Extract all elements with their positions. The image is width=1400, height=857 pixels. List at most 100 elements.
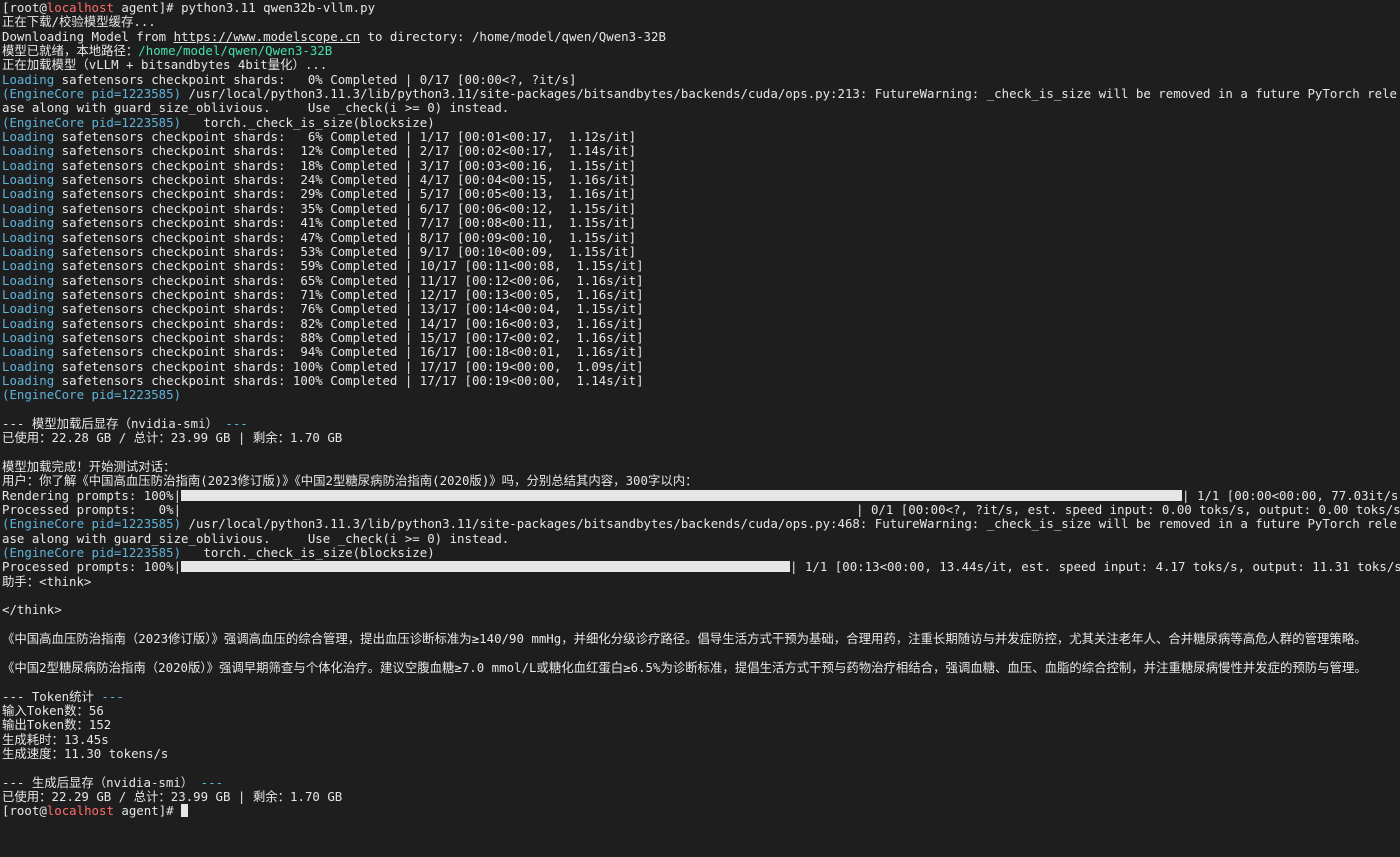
header-dashes: ---: [2, 689, 32, 704]
engine-tag: (EngineCore pid=1223585): [2, 546, 182, 561]
shard-progress-line: Loading safetensors checkpoint shards: 3…: [2, 202, 1400, 216]
generation-speed: 生成速度：11.30 tokens/s: [2, 746, 169, 761]
shard-progress-line: Loading safetensors checkpoint shards: 8…: [2, 331, 1400, 345]
shard-progress-line: Loading safetensors checkpoint shards: 6…: [2, 274, 1400, 288]
loading-word: Loading: [2, 373, 55, 388]
processed-progress-bar-empty: [181, 504, 856, 515]
loading-word: Loading: [2, 173, 55, 188]
shard-progress-text: safetensors checkpoint shards: 88% Compl…: [54, 330, 644, 345]
loading-word: Loading: [2, 201, 55, 216]
assistant-prefix-line: 助手：<think>: [2, 574, 92, 589]
shard-progress-line: Loading safetensors checkpoint shards: 4…: [2, 216, 1400, 230]
shard-progress-text: safetensors checkpoint shards: 100% Comp…: [54, 359, 644, 374]
shard-progress-text: safetensors checkpoint shards: 59% Compl…: [54, 259, 644, 274]
warning-block: (EngineCore pid=1223585) /usr/local/pyth…: [2, 517, 1400, 546]
loading-word: Loading: [2, 72, 55, 87]
gpu-after-gen-header: --- 生成后显存（nvidia-smi） ---: [2, 776, 1400, 790]
shard-progress-text: safetensors checkpoint shards: 47% Compl…: [54, 230, 637, 245]
loading-word: Loading: [2, 130, 55, 145]
shard-progress-list: Loading safetensors checkpoint shards: 6…: [2, 130, 1400, 388]
loading-word: Loading: [2, 273, 55, 288]
engine-tag: (EngineCore pid=1223585): [2, 115, 182, 130]
modelscope-link[interactable]: https://www.modelscope.cn: [174, 30, 361, 44]
shard-progress-text: safetensors checkpoint shards: 24% Compl…: [54, 173, 637, 188]
shard-progress-text: safetensors checkpoint shards: 94% Compl…: [54, 345, 644, 360]
download-status-en: Downloading Model from https://www.model…: [2, 30, 1400, 44]
shard-progress-line: Loading safetensors checkpoint shards: 2…: [2, 173, 1400, 187]
loading-word: Loading: [2, 259, 55, 274]
loading-word: Loading: [2, 287, 55, 302]
loading-word: Loading: [2, 345, 55, 360]
shard-progress-text: safetensors checkpoint shards: 41% Compl…: [54, 216, 637, 231]
warning-text: /usr/local/python3.11.3/lib/python3.11/s…: [2, 516, 1397, 546]
ready-prefix: 模型已就绪，本地路径：: [2, 44, 139, 59]
answer-paragraph-2: 《中国2型糖尿病防治指南（2020版）》强调早期筛查与个体化治疗。建议空腹血糖≥…: [2, 659, 1367, 675]
loading-word: Loading: [2, 144, 55, 159]
prompt-user: root: [9, 1, 40, 15]
processed-label: Processed prompts: 100%|: [2, 560, 182, 575]
user-prompt-line: 用户：你了解《中国高血压防治指南(2023修订版)》《中国2型糖尿病防治指南(2…: [2, 474, 698, 489]
header-dashes: ---: [2, 775, 32, 790]
shell-prompt-line[interactable]: [root@localhost agent]#: [2, 804, 1400, 818]
loading-word: Loading: [2, 230, 55, 245]
loading-model-line: 正在加载模型（vLLM + bitsandbytes 4bit量化）...: [2, 58, 328, 73]
think-close-line: </think>: [2, 603, 62, 618]
shard-progress-text: safetensors checkpoint shards: 6% Comple…: [54, 130, 637, 145]
engine-tag: (EngineCore pid=1223585): [2, 86, 182, 102]
processed-progress-line-1: Processed prompts: 100%| | 1/1 [00:13<00:…: [2, 560, 1400, 574]
shard-progress-text: safetensors checkpoint shards: 65% Compl…: [54, 273, 644, 288]
header-dashes: ---: [193, 775, 224, 790]
download-status-cn: 正在下载/校验模型缓存...: [2, 15, 156, 30]
prompt-dir: agent: [121, 1, 159, 15]
shard-progress-line: Loading safetensors checkpoint shards: 6…: [2, 130, 1400, 144]
gpu-after-load-header: --- 模型加载后显存（nvidia-smi） ---: [2, 417, 1400, 431]
loading-word: Loading: [2, 216, 55, 231]
token-stats-header: --- Token统计 ---: [2, 690, 1400, 704]
warning-block: (EngineCore pid=1223585) /usr/local/pyth…: [2, 86, 1400, 116]
torch-check-line: (EngineCore pid=1223585) torch._check_is…: [2, 116, 1400, 130]
shard-progress-line: Loading safetensors checkpoint shards: 0…: [2, 73, 1400, 87]
header-text: 生成后显存（nvidia-smi）: [31, 775, 194, 790]
command-text: python3.11 qwen32b-vllm.py: [181, 1, 376, 15]
generation-time: 生成耗时：13.45s: [2, 732, 109, 747]
header-dashes: ---: [217, 416, 248, 431]
shard-progress-text: safetensors checkpoint shards: 82% Compl…: [54, 316, 644, 331]
model-path: /home/model/qwen/Qwen3-32B: [138, 44, 333, 59]
terminal-output[interactable]: [root@localhost agent]# python3.11 qwen3…: [0, 0, 1400, 819]
shard-progress-line: Loading safetensors checkpoint shards: 8…: [2, 317, 1400, 331]
shard-progress-line: Loading safetensors checkpoint shards: 5…: [2, 245, 1400, 259]
header-dashes: ---: [93, 689, 124, 704]
shard-progress-line: Loading safetensors checkpoint shards: 5…: [2, 259, 1400, 273]
token-output-count: 输出Token数：152: [2, 718, 112, 733]
loading-word: Loading: [2, 158, 55, 173]
test-start-line: 模型加载完成！开始测试对话：: [2, 460, 176, 474]
shard-progress-line: Loading safetensors checkpoint shards: 2…: [2, 187, 1400, 201]
prompt-user: root: [9, 804, 40, 819]
prompt-host: localhost: [46, 804, 114, 819]
rendering-stats: | 1/1 [00:00<00:00, 77.03it/s]: [1182, 488, 1400, 503]
shard-progress-line: Loading safetensors checkpoint shards: 7…: [2, 302, 1400, 316]
loading-word: Loading: [2, 244, 55, 259]
torch-check-text: torch._check_is_size(blocksize): [181, 115, 435, 130]
terminal-cursor: [181, 804, 189, 818]
shell-prompt-line: [root@localhost agent]# python3.11 qwen3…: [2, 1, 376, 15]
loading-word: Loading: [2, 187, 55, 202]
rendering-progress-bar: [181, 489, 1183, 501]
processed-progress-line-0: Processed prompts: 0%| | 0/1 [00:00<?, ?i…: [2, 503, 1400, 517]
shard-progress-line: Loading safetensors checkpoint shards: 7…: [2, 288, 1400, 302]
shard-progress-text: safetensors checkpoint shards: 0% Comple…: [54, 72, 577, 87]
shard-progress-text: safetensors checkpoint shards: 12% Compl…: [54, 144, 637, 159]
shard-progress-line: Loading safetensors checkpoint shards: 1…: [2, 144, 1400, 158]
shard-progress-text: safetensors checkpoint shards: 29% Compl…: [54, 187, 637, 202]
answer-paragraph-1: 《中国高血压防治指南（2023修订版）》强调高血压的综合管理，提出血压诊断标准为…: [2, 631, 1367, 647]
torch-check-line: (EngineCore pid=1223585) torch._check_is…: [2, 546, 1400, 560]
shard-progress-text: safetensors checkpoint shards: 35% Compl…: [54, 201, 637, 216]
shard-progress-text: safetensors checkpoint shards: 76% Compl…: [54, 302, 644, 317]
header-text: Token统计: [31, 689, 94, 704]
loading-word: Loading: [2, 302, 55, 317]
